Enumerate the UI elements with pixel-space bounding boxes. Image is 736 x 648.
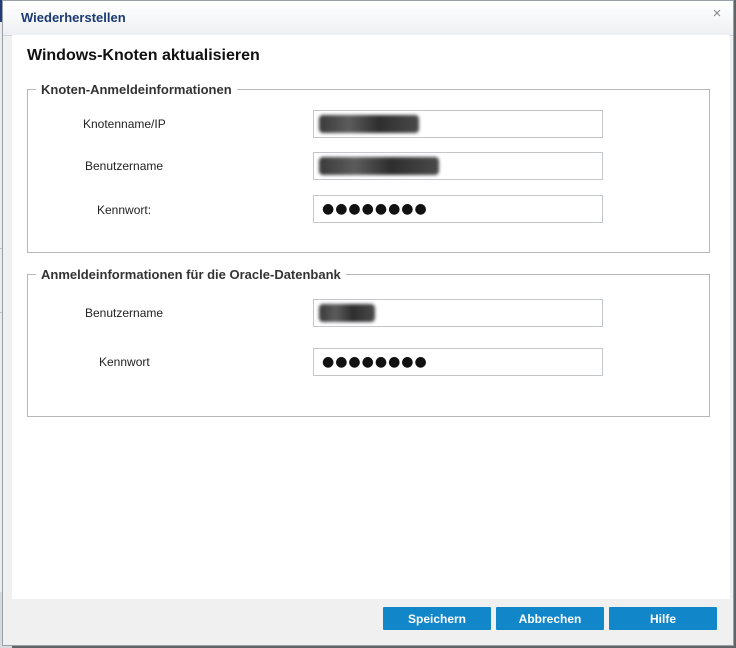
node-password-label: Kennwort:	[97, 203, 152, 217]
restore-dialog: Wiederherstellen × Windows-Knoten aktual…	[2, 0, 734, 646]
dialog-footer: Speichern Abbrechen Hilfe	[3, 599, 733, 645]
node-credentials-legend: Knoten-Anmeldeinformationen	[41, 82, 232, 97]
dialog-title: Wiederherstellen	[21, 10, 126, 25]
cancel-button[interactable]: Abbrechen	[496, 607, 604, 630]
page-title: Windows-Knoten aktualisieren	[27, 47, 260, 64]
node-username-label: Benutzername	[85, 159, 164, 173]
hostname-input[interactable]	[313, 110, 603, 138]
oracle-credentials-group: Anmeldeinformationen für die Oracle-Date…	[27, 267, 710, 417]
close-icon[interactable]: ×	[709, 6, 725, 22]
save-button[interactable]: Speichern	[383, 607, 491, 630]
oracle-password-label: Kennwort	[99, 355, 150, 369]
oracle-credentials-legend: Anmeldeinformationen für die Oracle-Date…	[41, 267, 341, 282]
dialog-content: Windows-Knoten aktualisieren Knoten-Anme…	[12, 35, 730, 599]
dialog-titlebar: Wiederherstellen ×	[3, 1, 733, 36]
node-password-input[interactable]	[313, 195, 603, 223]
hostname-label: Knotenname/IP	[83, 117, 166, 131]
node-username-input[interactable]	[313, 152, 603, 180]
oracle-username-input[interactable]	[313, 299, 603, 327]
oracle-username-label: Benutzername	[85, 306, 164, 320]
oracle-password-input[interactable]	[313, 348, 603, 376]
help-button[interactable]: Hilfe	[609, 607, 717, 630]
